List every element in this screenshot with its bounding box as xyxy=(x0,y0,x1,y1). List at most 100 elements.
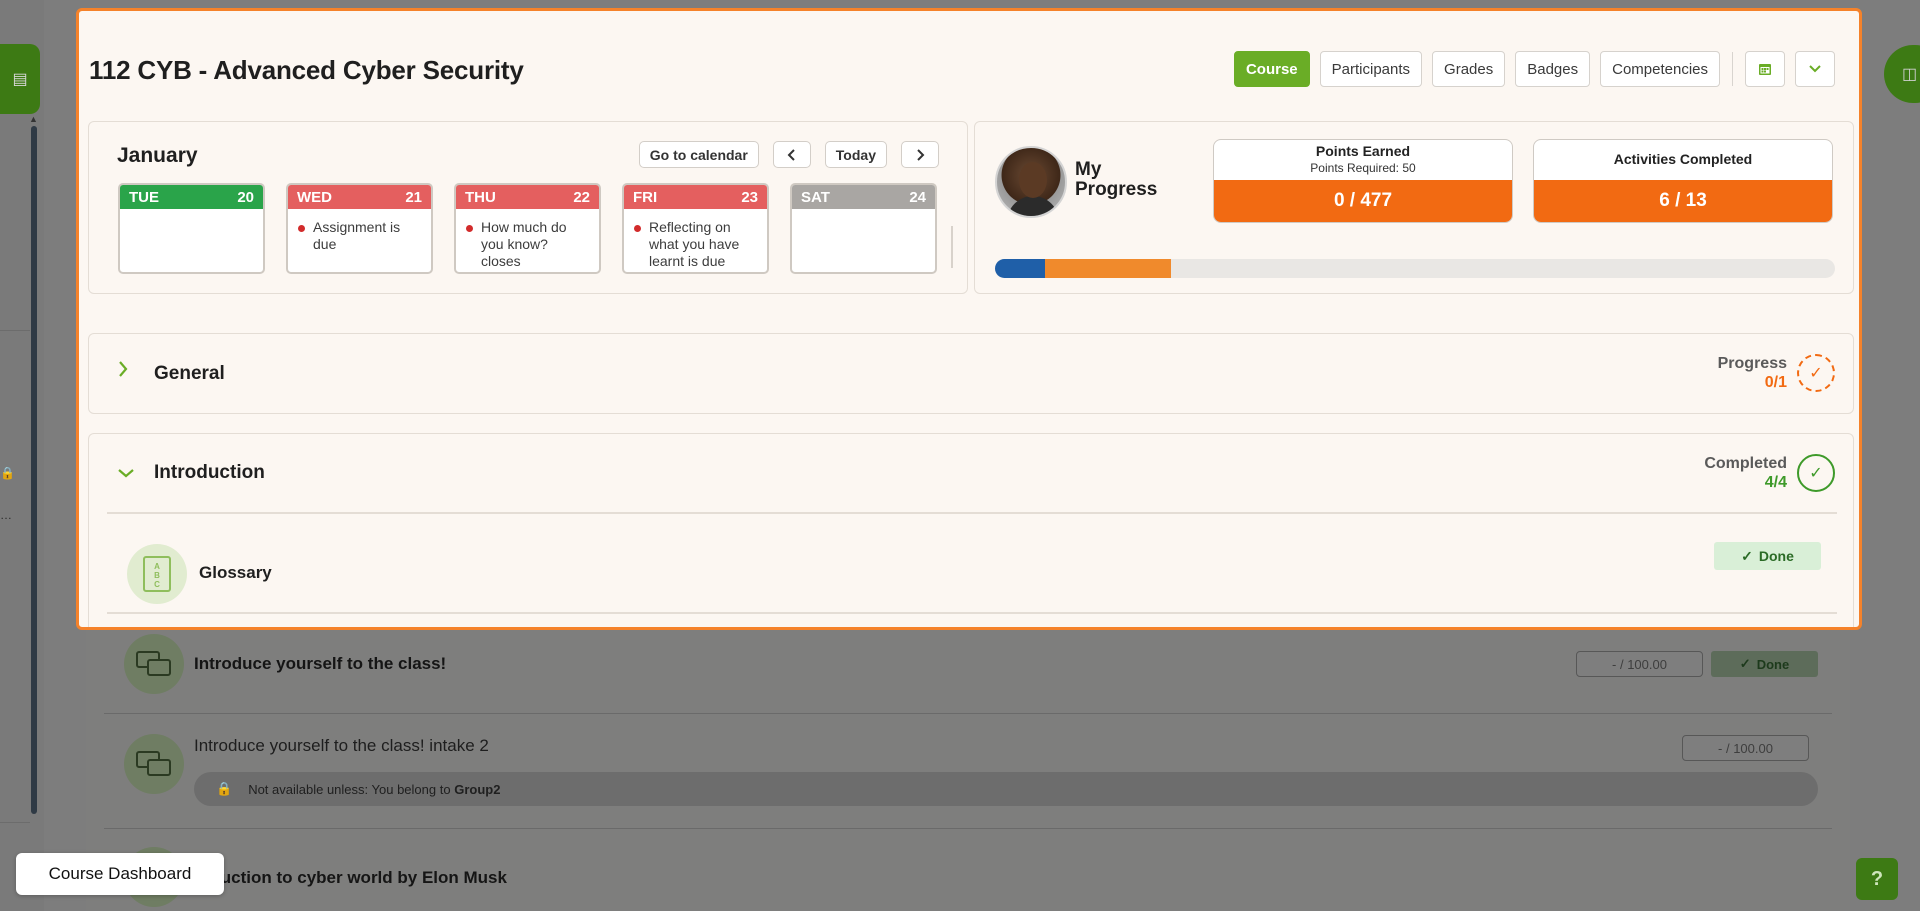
drawer-toggle-button[interactable]: ▤ xyxy=(0,44,40,114)
completed-check-icon: ✓ xyxy=(1797,454,1835,492)
tab-competencies[interactable]: Competencies xyxy=(1600,51,1720,87)
day-number: 22 xyxy=(573,188,590,206)
grade-box: - / 100.00 xyxy=(1576,651,1703,677)
activity-title[interactable]: Introduce yourself to the class! xyxy=(194,654,446,674)
forum-icon xyxy=(124,734,184,794)
chevron-right-icon xyxy=(917,148,925,161)
divider xyxy=(107,612,1837,614)
course-nav: Course Participants Grades Badges Compet… xyxy=(1233,51,1835,87)
chevron-left-icon xyxy=(787,148,795,161)
day-name: WED xyxy=(297,188,332,206)
section-completed: Completed 4/4 xyxy=(1704,455,1787,491)
calendar-day[interactable]: SAT 24 xyxy=(790,183,937,274)
page-title: 112 CYB - Advanced Cyber Security xyxy=(89,55,524,85)
event-dot-icon xyxy=(634,225,641,232)
next-week-button[interactable] xyxy=(901,141,939,168)
upcoming-calendar: January Go to calendar Today TUE 20 WED 21… xyxy=(88,121,968,294)
chevron-right-icon[interactable] xyxy=(117,360,129,384)
go-to-calendar-button[interactable]: Go to calendar xyxy=(638,141,759,168)
day-name: TUE xyxy=(129,188,159,206)
calendar-scroll-edge xyxy=(951,226,953,268)
calendar-icon xyxy=(1759,64,1771,75)
check-icon: ✓ xyxy=(1739,656,1751,671)
calendar-day[interactable]: THU 22 How much do you know? closes xyxy=(454,183,601,274)
more-icon: … xyxy=(0,508,12,522)
right-drawer-toggle-button[interactable]: ◫ xyxy=(1884,45,1920,103)
calendar-day[interactable]: WED 21 Assignment is due xyxy=(286,183,433,274)
glossary-icon: ABC xyxy=(127,544,187,604)
chevron-down-icon xyxy=(1809,65,1821,73)
list-item: Introduce yourself to the class! - / 100… xyxy=(104,630,1832,714)
prev-week-button[interactable] xyxy=(772,141,811,168)
day-number: 23 xyxy=(741,188,758,206)
event-title[interactable]: Assignment is due xyxy=(313,219,423,253)
activities-title: Activities Completed xyxy=(1613,151,1753,167)
done-badge: ✓ Done xyxy=(1714,542,1821,570)
progress-check-icon: ✓ xyxy=(1797,354,1835,392)
progress-bar-segment xyxy=(1045,259,1172,278)
divider xyxy=(107,512,1837,514)
event-dot-icon xyxy=(466,225,473,232)
avatar[interactable] xyxy=(995,146,1067,218)
day-number: 20 xyxy=(237,188,254,206)
lock-icon: 🔒 xyxy=(0,466,15,480)
calendar-day[interactable]: TUE 20 xyxy=(118,183,265,274)
course-dashboard-highlight: 112 CYB - Advanced Cyber Security Course… xyxy=(76,8,1862,630)
section-title[interactable]: General xyxy=(154,363,225,385)
tab-grades[interactable]: Grades xyxy=(1432,51,1506,87)
event-title[interactable]: How much do you know? closes xyxy=(481,219,591,270)
drawer-divider xyxy=(0,822,30,823)
today-button[interactable]: Today xyxy=(824,141,887,168)
points-required: Points Required: 50 xyxy=(1310,161,1416,175)
activity-title[interactable]: Introduce yourself to the class! intake … xyxy=(194,736,489,756)
section-title[interactable]: Introduction xyxy=(154,462,265,484)
expand-header-button[interactable] xyxy=(1795,51,1835,87)
section-general[interactable]: General Progress 0/1 ✓ xyxy=(88,333,1854,414)
day-name: THU xyxy=(465,188,496,206)
left-drawer xyxy=(0,0,44,911)
list-item: Introduce yourself to the class! intake … xyxy=(104,714,1832,829)
check-icon: ✓ xyxy=(1741,547,1753,564)
block-drawer-icon: ◫ xyxy=(1902,66,1918,83)
progress-bar-segment xyxy=(995,259,1046,278)
tab-participants[interactable]: Participants xyxy=(1319,51,1423,87)
drawer-icon: ▤ xyxy=(12,71,28,88)
calendar-button[interactable] xyxy=(1745,51,1785,87)
activity-title[interactable]: Glossary xyxy=(199,563,272,583)
activities-completed-card: Activities Completed 6 / 13 xyxy=(1533,139,1833,223)
calendar-day[interactable]: FRI 23 Reflecting on what you have learnt… xyxy=(622,183,769,274)
activities-value: 6 / 13 xyxy=(1534,180,1832,222)
forum-icon xyxy=(124,634,184,694)
drawer-scrollbar[interactable] xyxy=(31,126,37,814)
drawer-divider xyxy=(0,330,30,331)
day-name: FRI xyxy=(633,188,658,206)
calendar-days: TUE 20 WED 21 Assignment is due THU 22 How … xyxy=(118,183,937,274)
points-title: Points Earned xyxy=(1315,143,1411,159)
progress-bar xyxy=(995,259,1835,278)
day-name: SAT xyxy=(801,188,830,206)
points-value: 0 / 477 xyxy=(1214,180,1512,222)
scroll-up-icon[interactable]: ▲ xyxy=(29,114,38,124)
activity-title[interactable]: oduction to cyber world by Elon Musk xyxy=(200,868,507,888)
section-progress: Progress 0/1 xyxy=(1717,355,1787,391)
nav-divider xyxy=(1732,52,1733,86)
calendar-controls: Go to calendar Today xyxy=(638,141,939,168)
day-number: 21 xyxy=(405,188,422,206)
event-dot-icon xyxy=(298,225,305,232)
calendar-month: January xyxy=(117,144,198,167)
my-progress-panel: My Progress Points Earned Points Require… xyxy=(974,121,1854,294)
grade-box: - / 100.00 xyxy=(1682,735,1809,761)
tab-badges[interactable]: Badges xyxy=(1515,51,1591,87)
restriction-notice: 🔒 Not available unless: You belong to Gr… xyxy=(194,772,1818,806)
event-title[interactable]: Reflecting on what you have learnt is du… xyxy=(649,219,759,270)
day-number: 24 xyxy=(909,188,926,206)
done-badge: ✓ Done xyxy=(1711,651,1818,677)
points-earned-card: Points Earned Points Required: 50 0 / 47… xyxy=(1213,139,1513,223)
lock-icon: 🔒 xyxy=(216,781,233,796)
list-item: oduction to cyber world by Elon Musk xyxy=(104,829,1832,911)
progress-label: My Progress xyxy=(1075,159,1158,200)
tab-course[interactable]: Course xyxy=(1233,51,1310,87)
section-introduction[interactable]: Introduction Completed 4/4 ✓ ABC Glossar… xyxy=(88,433,1854,627)
chevron-down-icon[interactable] xyxy=(117,462,135,485)
help-button[interactable]: ? xyxy=(1856,858,1898,900)
